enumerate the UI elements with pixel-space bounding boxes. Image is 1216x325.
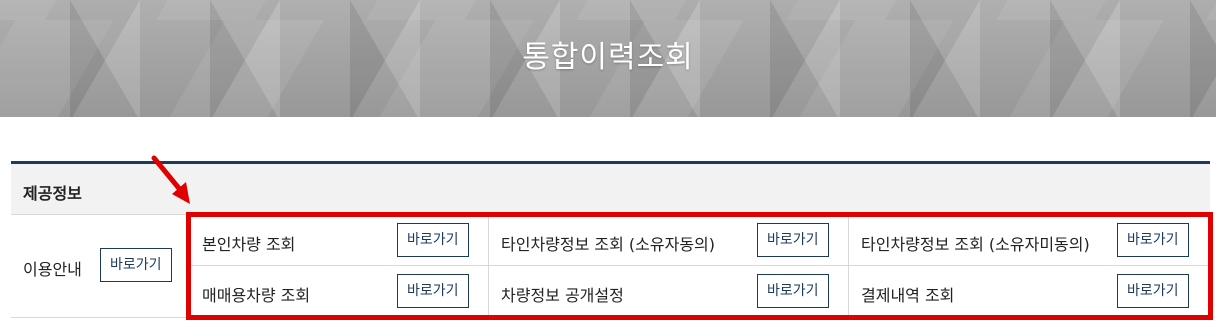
row-header: 이용안내 바로가기 (11, 215, 190, 318)
list-item: 타인차량정보 조회 (소유자미동의) 바로가기 (849, 215, 1210, 266)
row-header-label: 이용안내 (23, 260, 82, 279)
list-item: 매매용차량 조회 바로가기 (190, 266, 489, 317)
list-item-label: 타인차량정보 조회 (소유자미동의) (861, 235, 1090, 254)
list-item: 결제내역 조회 바로가기 (849, 266, 1210, 317)
list-item-label: 매매용차량 조회 (202, 286, 311, 305)
table-header: 제공정보 (11, 164, 1210, 215)
other-vehicle-consent-go-button[interactable]: 바로가기 (757, 223, 829, 257)
page-banner: 통합이력조회 (0, 0, 1216, 117)
trade-vehicle-go-button[interactable]: 바로가기 (397, 274, 469, 308)
vehicle-disclosure-go-button[interactable]: 바로가기 (757, 274, 829, 308)
list-item-label: 차량정보 공개설정 (501, 286, 624, 305)
table-header-label: 제공정보 (23, 184, 82, 203)
list-item-label: 타인차량정보 조회 (소유자동의) (501, 235, 716, 254)
usage-guide-button[interactable]: 바로가기 (100, 248, 172, 282)
own-vehicle-go-button[interactable]: 바로가기 (397, 223, 469, 257)
list-item: 차량정보 공개설정 바로가기 (489, 266, 849, 317)
page-title: 통합이력조회 (522, 40, 694, 75)
list-item-label: 결제내역 조회 (861, 286, 955, 305)
list-item: 타인차량정보 조회 (소유자동의) 바로가기 (489, 215, 849, 266)
info-table: 제공정보 이용안내 바로가기 본인차량 조회 바로가기 타인차량정보 조회 (소… (11, 161, 1210, 318)
list-item-label: 본인차량 조회 (202, 235, 296, 254)
payment-history-go-button[interactable]: 바로가기 (1117, 274, 1189, 308)
list-item: 본인차량 조회 바로가기 (190, 215, 489, 266)
other-vehicle-no-consent-go-button[interactable]: 바로가기 (1117, 223, 1189, 257)
